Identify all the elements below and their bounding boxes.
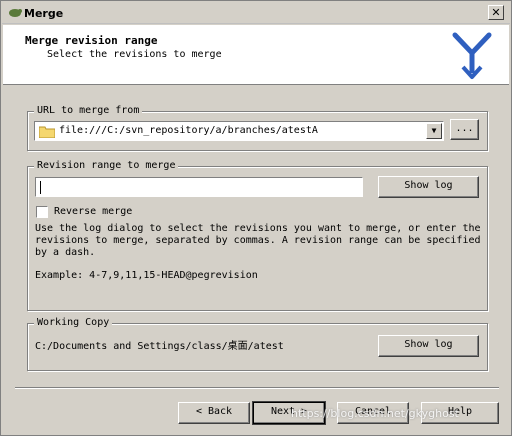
revision-range-input[interactable]: [35, 177, 363, 197]
url-group-label: URL to merge from: [34, 105, 143, 116]
revision-example-text: Example: 4-7,9,11,15-HEAD@pegrevision: [35, 270, 258, 281]
back-button-label: < Back: [195, 406, 233, 417]
show-log-label: Show log: [404, 180, 453, 191]
revision-help-text: Use the log dialog to select the revisio…: [35, 223, 481, 258]
merge-dialog: Merge ✕ Merge revision range Select the …: [0, 0, 512, 436]
window-title: Merge: [24, 7, 64, 20]
footer-separator: [15, 387, 499, 389]
title-bar[interactable]: Merge ✕: [2, 2, 510, 24]
watermark-text: https://blog.csdn.net/gkyghost: [291, 407, 459, 420]
reverse-merge-label[interactable]: Reverse merge: [54, 206, 132, 217]
reverse-merge-checkbox[interactable]: [36, 206, 48, 218]
wc-show-log-label: Show log: [404, 339, 453, 350]
page-subtitle: Select the revisions to merge: [47, 49, 222, 60]
text-caret: [40, 181, 41, 194]
dropdown-arrow-icon[interactable]: ▼: [426, 123, 442, 139]
url-value: file:///C:/svn_repository/a/branches/ate…: [59, 125, 318, 136]
folder-icon: [39, 126, 55, 138]
back-button[interactable]: < Back: [178, 402, 250, 424]
merge-logo-icon: [452, 32, 492, 79]
revision-group-label: Revision range to merge: [34, 160, 179, 171]
url-combobox[interactable]: file:///C:/svn_repository/a/branches/ate…: [34, 121, 444, 141]
show-log-button[interactable]: Show log: [378, 176, 479, 198]
close-button[interactable]: ✕: [488, 5, 504, 20]
wc-show-log-button[interactable]: Show log: [378, 335, 479, 357]
close-icon: ✕: [491, 6, 501, 19]
browse-button-label: ...: [455, 123, 474, 134]
working-copy-path: C:/Documents and Settings/class/桌面/atest: [35, 341, 284, 352]
browse-button[interactable]: ...: [450, 119, 479, 140]
page-title: Merge revision range: [25, 34, 158, 47]
wizard-header: Merge revision range Select the revision…: [3, 25, 509, 85]
tortoise-app-icon: [9, 9, 22, 17]
working-copy-label: Working Copy: [34, 317, 113, 328]
